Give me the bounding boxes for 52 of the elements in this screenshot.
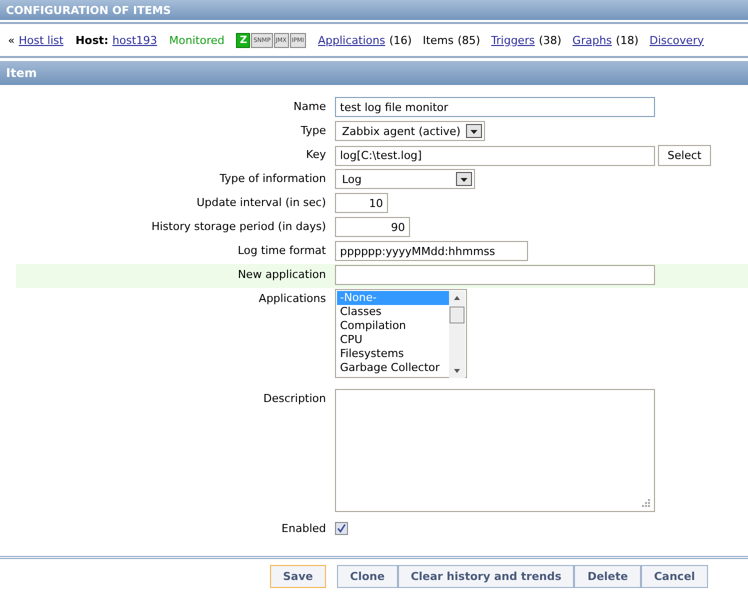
nav-link[interactable]: Triggers — [491, 34, 535, 46]
form-button[interactable]: Cancel — [640, 565, 708, 588]
list-option[interactable]: Garbage Collector — [337, 361, 449, 375]
field-label: Type of information — [218, 171, 327, 187]
back-mark: « — [8, 34, 15, 46]
field-label: New application — [236, 267, 327, 283]
form-button[interactable]: Delete — [574, 565, 641, 588]
dropdown[interactable]: Log — [335, 169, 475, 189]
field-label: Key — [305, 147, 327, 163]
section-title: Item — [6, 66, 37, 80]
nav-link[interactable]: Discovery — [650, 34, 704, 46]
list-option[interactable]: Compilation — [337, 319, 449, 333]
list-option[interactable]: Filesystems — [337, 347, 449, 361]
field-label: Enabled — [280, 521, 327, 537]
number-field[interactable]: 10 — [335, 193, 388, 213]
field-label: Applications — [258, 291, 327, 307]
resize-grip-icon[interactable] — [641, 498, 651, 508]
host-list-link[interactable]: Host list — [18, 34, 64, 46]
text-field[interactable] — [335, 265, 655, 285]
field-label: History storage period (in days) — [150, 219, 327, 235]
nav-link[interactable]: Applications — [318, 34, 386, 46]
application-list[interactable]: -None- Classes Compilation CPU Filesystems Garbage Collector — [335, 289, 467, 378]
field-label: Name — [292, 99, 327, 115]
host-label: Host: — [75, 34, 108, 46]
field-label: Type — [300, 123, 327, 139]
text-field[interactable]: test log file monitor — [335, 97, 655, 117]
form-button[interactable]: Clone — [337, 565, 398, 588]
checkbox[interactable] — [335, 522, 348, 535]
field-label: Log time format — [236, 243, 327, 259]
description-field[interactable] — [335, 389, 655, 512]
list-option[interactable]: CPU — [337, 333, 449, 347]
text-field[interactable]: log[C:\test.log] — [335, 146, 655, 166]
list-option[interactable]: Classes — [337, 305, 449, 319]
nav-count: (85) — [458, 34, 480, 46]
nav-current-item: Items — [422, 34, 454, 46]
form-button[interactable]: Clear history and trends — [398, 565, 574, 588]
nav-count: (38) — [538, 34, 562, 46]
host-link[interactable]: host193 — [112, 34, 158, 46]
scrollbar[interactable] — [449, 291, 465, 378]
dropdown[interactable]: Zabbix agent (active) — [335, 121, 485, 141]
availability-icon: Z — [236, 32, 250, 48]
page-title: CONFIGURATION OF ITEMS — [6, 4, 171, 16]
save-button[interactable]: Save — [270, 565, 326, 588]
nav-count: (18) — [616, 34, 638, 46]
nav-link[interactable]: Graphs — [572, 34, 612, 46]
field-label: Description — [262, 391, 327, 407]
nav-count: (16) — [389, 34, 412, 46]
number-field[interactable]: 90 — [335, 217, 410, 237]
field-label: Update interval (in sec) — [196, 195, 327, 211]
text-field[interactable]: pppppp:yyyyMMdd:hhmmss — [335, 241, 528, 261]
host-status: Monitored — [169, 34, 224, 46]
select-button[interactable]: Select — [658, 145, 711, 166]
